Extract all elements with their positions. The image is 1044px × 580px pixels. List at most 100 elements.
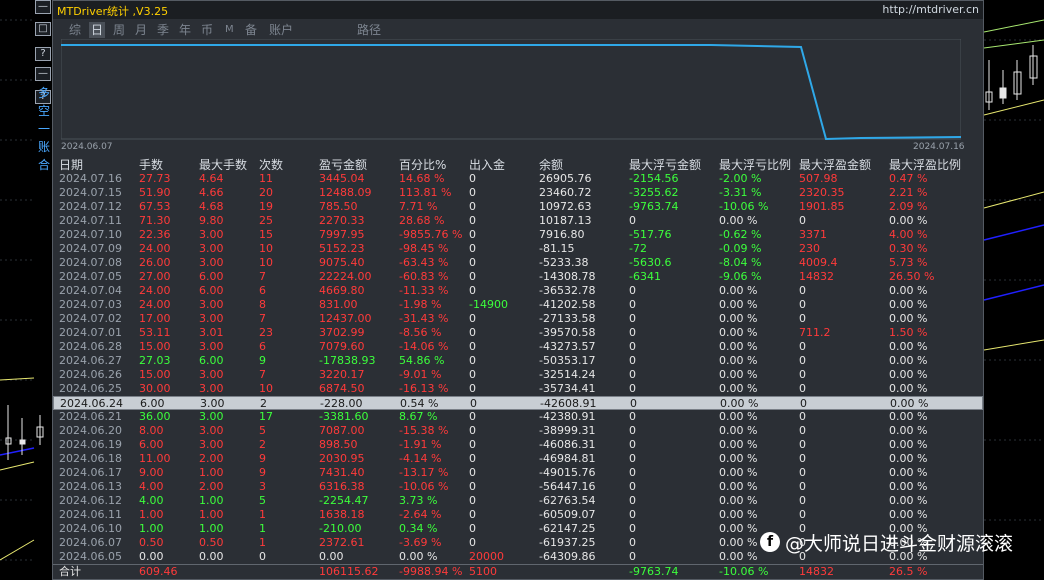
website-link[interactable]: http://mtdriver.cn xyxy=(882,3,979,16)
cell-max-profit-pct: 0.00 % xyxy=(889,480,928,493)
cell-max-lots: 0.50 xyxy=(199,536,224,549)
help-button[interactable]: ? xyxy=(35,47,51,61)
table-row[interactable]: 2024.07.09 24.00 3.00 10 5152.23 -98.45 % 0 -81… xyxy=(53,242,983,256)
cell-count: 6 xyxy=(259,284,266,297)
cell-flow: 0 xyxy=(469,186,476,199)
cell-count: 11 xyxy=(259,172,273,185)
cell-max-loss: 0 xyxy=(629,494,636,507)
tab-year[interactable]: 年 xyxy=(179,22,191,38)
toolbar-text-long[interactable]: 多 xyxy=(37,86,51,100)
cell-pnl: 2270.33 xyxy=(319,214,365,227)
tab-note[interactable]: 备 xyxy=(245,22,257,38)
table-row[interactable]: 2024.07.02 17.00 3.00 7 12437.00 -31.43 % 0 -27… xyxy=(53,312,983,326)
cell-date: 2024.07.16 xyxy=(59,172,122,185)
cell-lots: 27.73 xyxy=(139,172,171,185)
header-balance[interactable]: 余额 xyxy=(539,156,563,173)
tab-magic[interactable]: M xyxy=(225,22,234,38)
cell-flow: 0 xyxy=(469,326,476,339)
cell-pnl: 785.50 xyxy=(319,200,358,213)
header-max-lots[interactable]: 最大手数 xyxy=(199,156,247,173)
table-row[interactable]: 2024.06.25 30.00 3.00 10 6874.50 -16.13 % 0 -35… xyxy=(53,382,983,396)
cell-date: 2024.07.10 xyxy=(59,228,122,241)
tab-week[interactable]: 周 xyxy=(113,22,125,38)
cell-max-profit: 0 xyxy=(799,298,806,311)
table-row[interactable]: 2024.06.28 15.00 3.00 6 7079.60 -14.06 % 0 -432… xyxy=(53,340,983,354)
cell-max-loss-pct: 0.00 % xyxy=(719,536,758,549)
table-row[interactable]: 2024.07.08 26.00 3.00 10 9075.40 -63.43 % 0 -52… xyxy=(53,256,983,270)
cell-balance: -61937.25 xyxy=(539,536,596,549)
header-max-loss-pct[interactable]: 最大浮亏比例 xyxy=(719,156,791,173)
minimize-button[interactable]: — xyxy=(35,0,51,14)
header-pct[interactable]: 百分比% xyxy=(399,156,446,173)
cell-balance: -50353.17 xyxy=(539,354,596,367)
table-row[interactable]: 2024.07.04 24.00 6.00 6 4669.80 -11.33 % 0 -365… xyxy=(53,284,983,298)
toolbar-text-short[interactable]: 空 xyxy=(37,104,51,118)
cell-max-lots: 3.00 xyxy=(199,410,224,423)
toolbar-text-one[interactable]: 一 xyxy=(37,122,51,136)
tab-quarter[interactable]: 季 xyxy=(157,22,169,38)
cell-max-profit: 507.98 xyxy=(799,172,838,185)
cell-count: 9 xyxy=(259,354,266,367)
cell-max-profit-pct: 4.00 % xyxy=(889,228,928,241)
cell-flow: 0 xyxy=(469,228,476,241)
cell-balance: -39570.58 xyxy=(539,326,596,339)
tab-currency[interactable]: 币 xyxy=(201,22,213,38)
cell-pct: -11.33 % xyxy=(399,284,449,297)
table-row[interactable]: 2024.06.13 4.00 2.00 3 6316.38 -10.06 % 0 -5644… xyxy=(53,480,983,494)
cell-date: 2024.07.09 xyxy=(59,242,122,255)
table-row[interactable]: 2024.06.19 6.00 3.00 2 898.50 -1.91 % 0 -46086.… xyxy=(53,438,983,452)
table-row[interactable]: 2024.06.11 1.00 1.00 1 1638.18 -2.64 % 0 -60509… xyxy=(53,508,983,522)
cell-pnl: 4669.80 xyxy=(319,284,365,297)
table-row[interactable]: 2024.06.21 36.00 3.00 17 -3381.60 8.67 % 0 -423… xyxy=(53,410,983,424)
cell-max-loss: 0 xyxy=(629,522,636,535)
table-row[interactable]: 2024.06.26 15.00 3.00 7 3220.17 -9.01 % 0 -3251… xyxy=(53,368,983,382)
table-header: 日期 手数 最大手数 次数 盈亏金额 百分比% 出入金 余额 最大浮亏金额 最大浮亏比例 最大浮盈金… xyxy=(53,156,983,172)
separator-button[interactable]: — xyxy=(35,67,51,81)
tab-path[interactable]: 路径 xyxy=(357,22,381,38)
table-row[interactable]: 2024.07.03 24.00 3.00 8 831.00 -1.98 % -14900 -… xyxy=(53,298,983,312)
table-row[interactable]: 2024.07.01 53.11 3.01 23 3702.99 -8.56 % 0 -395… xyxy=(53,326,983,340)
toolbar-text-merge[interactable]: 合 xyxy=(37,158,51,172)
cell-max-profit: 0 xyxy=(799,410,806,423)
cell-max-profit-pct: 0.00 % xyxy=(889,214,928,227)
cell-balance: 10972.63 xyxy=(539,200,592,213)
table-row[interactable]: 2024.06.12 4.00 1.00 5 -2254.47 3.73 % 0 -62763… xyxy=(53,494,983,508)
tab-month[interactable]: 月 xyxy=(135,22,147,38)
tab-day[interactable]: 日 xyxy=(89,22,106,38)
cell-pnl: 1638.18 xyxy=(319,508,365,521)
cell-count: 3 xyxy=(259,480,266,493)
table-row[interactable]: 2024.07.11 71.30 9.80 25 2270.33 28.68 % 0 1018… xyxy=(53,214,983,228)
tab-account[interactable]: 账户 xyxy=(269,22,293,38)
table-row[interactable]: 2024.07.10 22.36 3.00 15 7997.95 -9855.76 % 0 7… xyxy=(53,228,983,242)
header-count[interactable]: 次数 xyxy=(259,156,283,173)
cell-pct: -2.64 % xyxy=(399,508,442,521)
cell-flow: 0 xyxy=(469,522,476,535)
header-flow[interactable]: 出入金 xyxy=(469,156,505,173)
header-max-profit-pct[interactable]: 最大浮盈比例 xyxy=(889,156,961,173)
toolbar-text-account[interactable]: 账 xyxy=(37,140,51,154)
table-row[interactable]: 2024.06.18 11.00 2.00 9 2030.95 -4.14 % 0 -4698… xyxy=(53,452,983,466)
header-lots[interactable]: 手数 xyxy=(139,156,163,173)
header-max-loss[interactable]: 最大浮亏金额 xyxy=(629,156,701,173)
table-row[interactable]: 2024.06.27 27.03 6.00 9 -17838.93 54.86 % 0 -50… xyxy=(53,354,983,368)
header-max-profit[interactable]: 最大浮盈金额 xyxy=(799,156,871,173)
table-row[interactable]: 2024.06.17 9.00 1.00 9 7431.40 -13.17 % 0 -4901… xyxy=(53,466,983,480)
tab-overview[interactable]: 综 xyxy=(69,22,81,38)
table-row[interactable]: 2024.06.24 6.00 3.00 2 -228.00 0.54 % 0 -42608.… xyxy=(53,396,983,410)
cell-balance: -5233.38 xyxy=(539,256,589,269)
cell-balance: -42608.91 xyxy=(540,397,597,410)
table-row[interactable]: 2024.06.20 8.00 3.00 5 7087.00 -15.38 % 0 -3899… xyxy=(53,424,983,438)
restore-button[interactable]: □ xyxy=(35,22,51,36)
cell-max-lots: 3.00 xyxy=(200,397,225,410)
table-row[interactable]: 2024.07.05 27.00 6.00 7 22224.00 -60.83 % 0 -14… xyxy=(53,270,983,284)
table-row[interactable]: 2024.07.12 67.53 4.68 19 785.50 7.71 % 0 10972.… xyxy=(53,200,983,214)
header-date[interactable]: 日期 xyxy=(59,156,83,173)
cell-balance: -81.15 xyxy=(539,242,575,255)
cell-pct: -98.45 % xyxy=(399,242,449,255)
header-pnl[interactable]: 盈亏金额 xyxy=(319,156,367,173)
table-row[interactable]: 2024.07.15 51.90 4.66 20 12488.09 113.81 % 0 23… xyxy=(53,186,983,200)
cell-date: 2024.06.24 xyxy=(60,397,123,410)
cell-max-profit: 0 xyxy=(799,214,806,227)
table-row[interactable]: 2024.07.16 27.73 4.64 11 3445.04 14.68 % 0 2690… xyxy=(53,172,983,186)
cell-lots: 15.00 xyxy=(139,340,171,353)
